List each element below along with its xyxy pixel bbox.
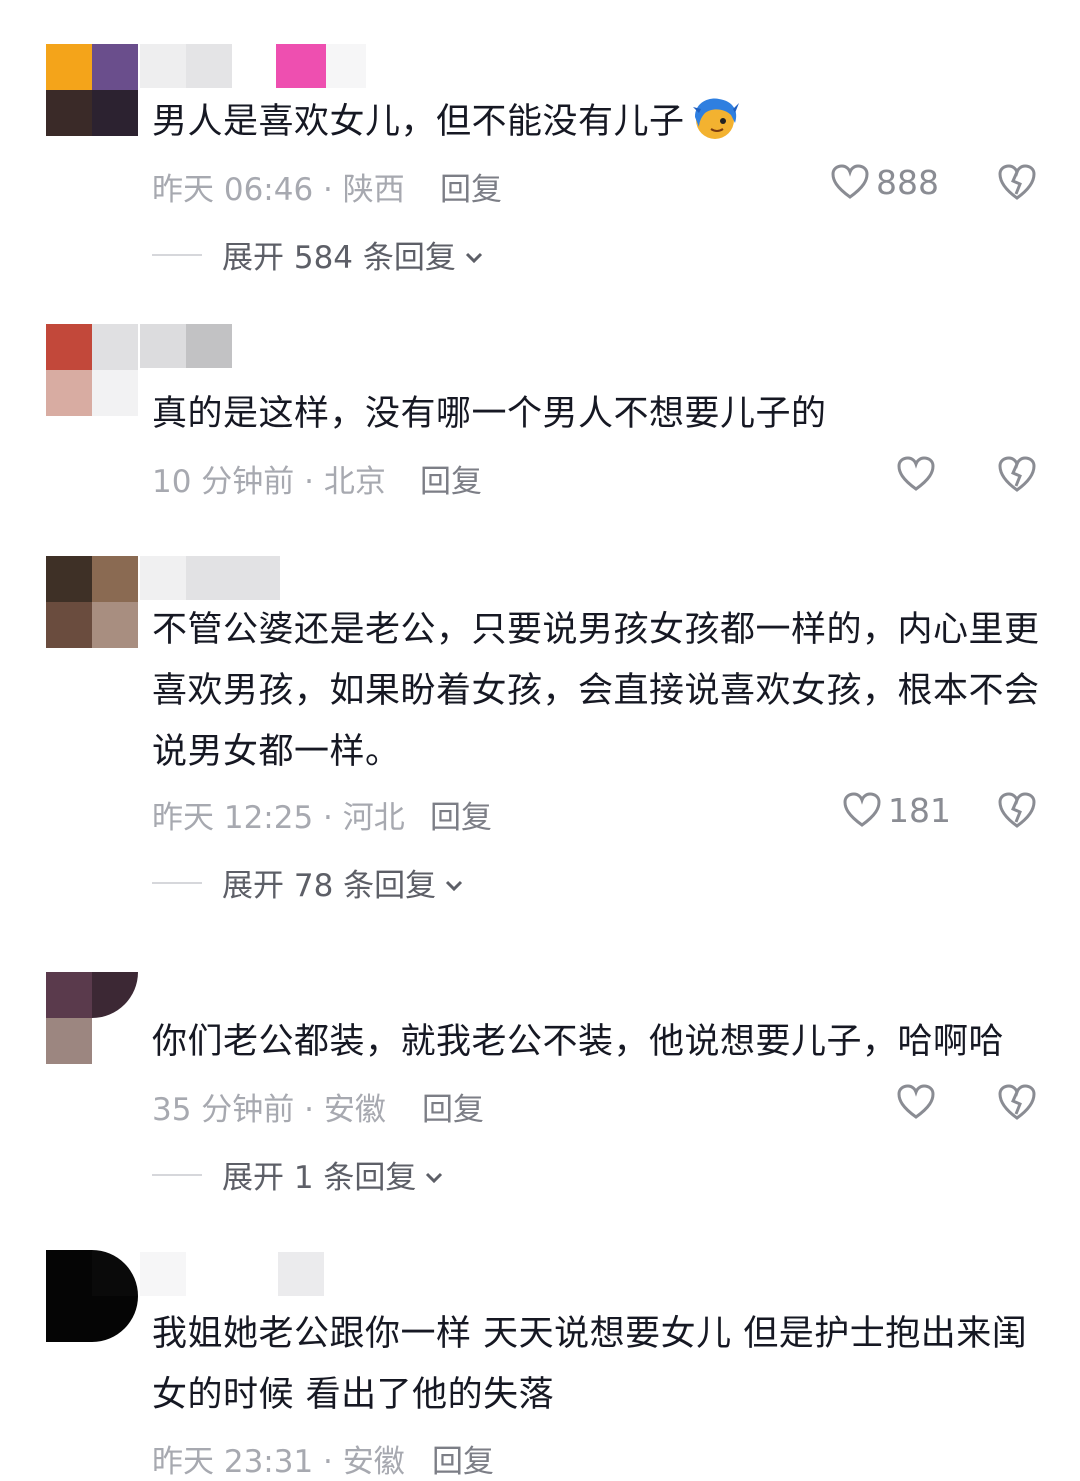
reply-button[interactable]: 回复	[420, 456, 482, 501]
avatar-pixel	[46, 972, 92, 1018]
username-blurred[interactable]	[140, 324, 234, 368]
like-button[interactable]	[896, 1080, 936, 1124]
comment-meta: 35 分钟前 · 安徽	[152, 1092, 386, 1128]
chevron-down-icon	[444, 865, 464, 901]
avatar-pixel	[92, 972, 138, 1018]
avatar[interactable]	[46, 556, 138, 648]
divider-line	[152, 881, 202, 884]
avatar-pixel	[46, 324, 92, 370]
username-blurred[interactable]	[140, 1252, 330, 1296]
broken-heart-icon	[996, 456, 1038, 498]
chevron-down-icon	[464, 237, 484, 273]
avatar-pixel	[92, 370, 138, 416]
chevron-down-icon	[424, 1157, 444, 1193]
dislike-button[interactable]	[996, 162, 1038, 204]
comment-meta: 10 分钟前 · 北京	[152, 464, 386, 500]
broken-heart-icon	[996, 792, 1038, 834]
avatar[interactable]	[46, 44, 138, 136]
heart-outline-icon	[896, 455, 936, 493]
avatar-pixel	[92, 1296, 138, 1342]
avatar-pixel	[92, 44, 138, 90]
like-count: 181	[888, 790, 951, 830]
avatar-pixel	[46, 556, 92, 602]
reply-button[interactable]: 回复	[432, 1436, 494, 1481]
avatar-pixel	[92, 90, 138, 136]
username-blurred[interactable]	[140, 556, 280, 600]
comment-meta: 昨天 12:25 · 河北	[152, 800, 405, 836]
comment-meta: 昨天 23:31 · 安徽	[152, 1444, 405, 1480]
heart-outline-icon	[896, 1083, 936, 1121]
expand-label: 展开 1 条回复	[222, 1160, 417, 1196]
broken-heart-icon	[996, 1084, 1038, 1126]
avatar[interactable]	[46, 972, 138, 1064]
avatar-pixel	[92, 324, 138, 370]
reply-button[interactable]: 回复	[440, 164, 502, 209]
avatar-pixel	[92, 602, 138, 648]
comment-meta: 昨天 06:46 · 陕西	[152, 172, 405, 208]
broken-heart-icon	[996, 164, 1038, 206]
avatar-pixel	[46, 370, 92, 416]
heart-outline-icon	[830, 163, 870, 201]
avatar-pixel	[92, 1250, 138, 1296]
expand-label: 展开 584 条回复	[222, 240, 456, 276]
reply-button[interactable]: 回复	[430, 792, 492, 837]
heart-outline-icon	[842, 791, 882, 829]
avatar-pixel	[46, 44, 92, 90]
avatar-pixel	[46, 1296, 92, 1342]
like-count: 888	[876, 162, 939, 202]
divider-line	[152, 1173, 202, 1176]
avatar-pixel	[46, 1018, 92, 1064]
like-button[interactable]: 181	[842, 788, 951, 832]
dislike-button[interactable]	[996, 454, 1038, 496]
divider-line	[152, 253, 202, 256]
comment-text-content: 男人是喜欢女儿，但不能没有儿子	[152, 102, 685, 142]
like-button[interactable]: 888	[830, 160, 939, 204]
expand-replies[interactable]: 展开 1 条回复	[152, 1152, 444, 1197]
avatar[interactable]	[46, 1250, 138, 1342]
dislike-button[interactable]	[996, 790, 1038, 832]
username-blurred[interactable]	[140, 44, 366, 88]
avatar-pixel	[46, 602, 92, 648]
reply-button[interactable]: 回复	[422, 1084, 484, 1129]
comment-text: 男人是喜欢女儿，但不能没有儿子	[152, 92, 1042, 161]
emoji-icon	[689, 95, 741, 161]
avatar[interactable]	[46, 324, 138, 416]
comment-text: 真的是这样，没有哪一个男人不想要儿子的	[152, 394, 827, 434]
comment-text: 你们老公都装，就我老公不装，他说想要儿子，哈啊哈	[152, 1022, 1005, 1062]
expand-replies[interactable]: 展开 584 条回复	[152, 232, 484, 277]
comment-text: 我姐她老公跟你一样 天天说想要女儿 但是护士抱出来闺女的时候 看出了他的失落	[152, 1314, 1028, 1415]
avatar-pixel	[46, 1250, 92, 1296]
expand-replies[interactable]: 展开 78 条回复	[152, 860, 464, 905]
avatar-pixel	[92, 556, 138, 602]
comment-text: 不管公婆还是老公，只要说男孩女孩都一样的，内心里更喜欢男孩，如果盼着女孩，会直接…	[152, 610, 1040, 772]
dislike-button[interactable]	[996, 1082, 1038, 1124]
expand-label: 展开 78 条回复	[222, 868, 437, 904]
like-button[interactable]	[896, 452, 936, 496]
avatar-pixel	[92, 1018, 138, 1064]
avatar-pixel	[46, 90, 92, 136]
